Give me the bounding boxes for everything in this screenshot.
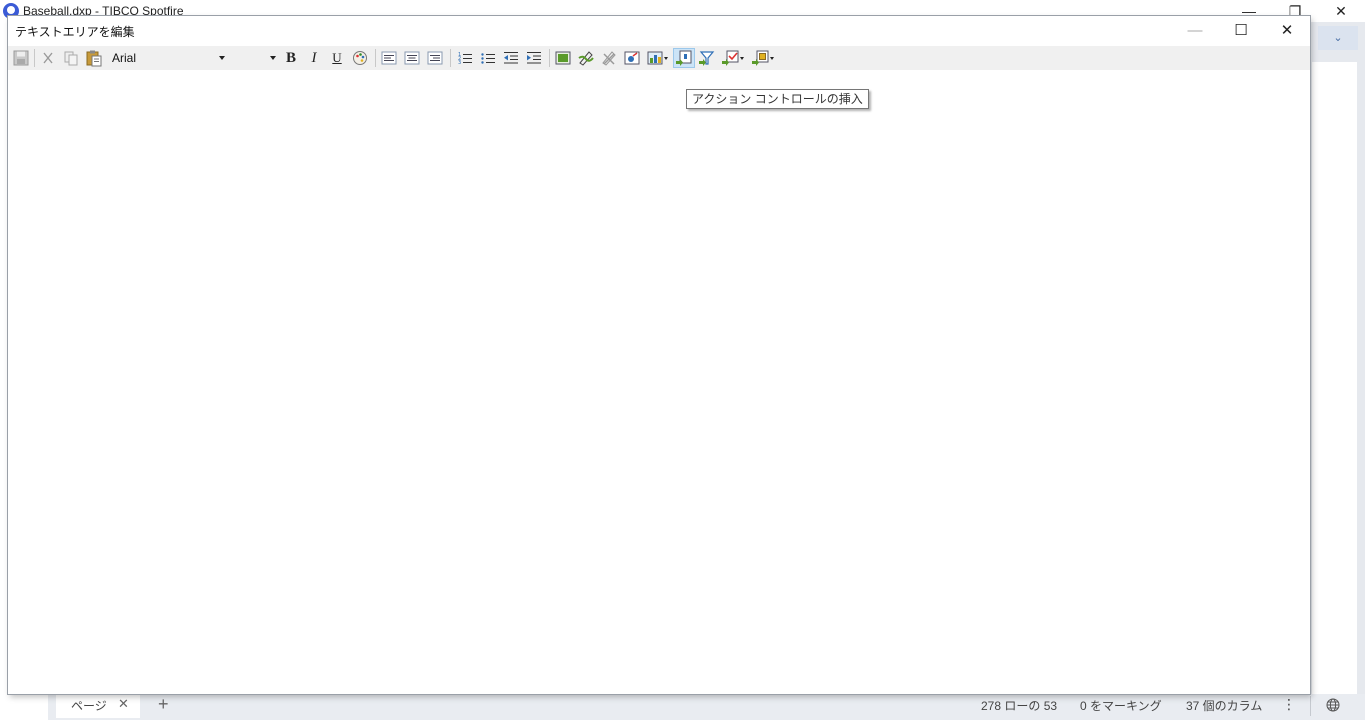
remove-control-icon[interactable] [600, 49, 618, 67]
insert-other-control-icon[interactable] [751, 49, 777, 67]
more-options-icon[interactable]: ⋮ [1282, 696, 1296, 713]
paste-icon[interactable] [85, 49, 103, 67]
insert-property-control-icon[interactable] [577, 49, 595, 67]
toolbar-separator [375, 49, 376, 67]
insert-filter-icon[interactable] [698, 49, 716, 67]
insert-visualization-icon[interactable] [646, 49, 670, 67]
column-count: 37 個のカラム [1186, 699, 1263, 713]
bold-button[interactable]: B [282, 49, 300, 67]
edit-text-area-dialog: テキストエリアを編集 — ☐ ✕ Arial B I U 1 2 3 [8, 16, 1310, 694]
copy-icon[interactable] [62, 49, 80, 67]
marked-count: 0 をマーキング [1080, 699, 1162, 713]
align-right-icon[interactable] [426, 49, 444, 67]
globe-icon[interactable] [1326, 698, 1340, 712]
app-close-button[interactable]: ✕ [1318, 0, 1364, 22]
app-side-panel-content [1312, 62, 1357, 694]
decrease-indent-icon[interactable] [502, 49, 520, 67]
font-name-value: Arial [112, 51, 137, 65]
align-left-icon[interactable] [380, 49, 398, 67]
underline-button[interactable]: U [328, 49, 346, 67]
app-left-margin [0, 694, 48, 720]
toolbar-separator [34, 49, 35, 67]
bulleted-list-icon[interactable] [479, 49, 497, 67]
italic-button[interactable]: I [305, 49, 323, 67]
align-center-icon[interactable] [403, 49, 421, 67]
svg-text:3: 3 [458, 60, 461, 66]
text-editor-area[interactable] [8, 70, 1310, 694]
save-icon[interactable] [12, 49, 30, 67]
toolbar-separator [450, 49, 451, 67]
toolbar-separator [549, 49, 550, 67]
chevron-down-icon[interactable]: ⌄ [1318, 26, 1358, 50]
chevron-down-icon [270, 56, 276, 60]
color-palette-icon[interactable] [351, 49, 369, 67]
increase-indent-icon[interactable] [525, 49, 543, 67]
dialog-title: テキストエリアを編集 [15, 25, 135, 39]
font-name-combo[interactable]: Arial [108, 49, 228, 67]
insert-action-control-icon[interactable] [674, 49, 694, 67]
font-size-combo[interactable] [230, 49, 278, 67]
cut-icon[interactable] [39, 49, 57, 67]
row-count: 278 ローの 53 [981, 699, 1058, 713]
close-page-icon[interactable]: ✕ [118, 696, 129, 712]
insert-image-icon[interactable] [554, 49, 572, 67]
numbered-list-icon[interactable]: 123 [456, 49, 474, 67]
insert-dynamic-item-icon[interactable] [623, 49, 641, 67]
page-tab-label: ページ [71, 699, 107, 713]
dialog-maximize-button[interactable]: ☐ [1218, 16, 1264, 46]
insert-check-control-icon[interactable] [721, 49, 747, 67]
dialog-minimize-button[interactable]: — [1172, 16, 1218, 46]
divider [1310, 696, 1311, 716]
action-control-tooltip: アクション コントロールの挿入 [686, 89, 869, 109]
chevron-down-icon [219, 56, 225, 60]
add-page-button[interactable]: + [158, 694, 169, 714]
status-bar: ページ ✕ + 278 ローの 53 0 をマーキング 37 個のカラム ⋮ [48, 694, 1365, 720]
formatting-toolbar: Arial B I U 123 [8, 46, 1310, 70]
dialog-close-button[interactable]: ✕ [1264, 16, 1310, 46]
page-tab[interactable]: ページ ✕ [56, 694, 140, 718]
